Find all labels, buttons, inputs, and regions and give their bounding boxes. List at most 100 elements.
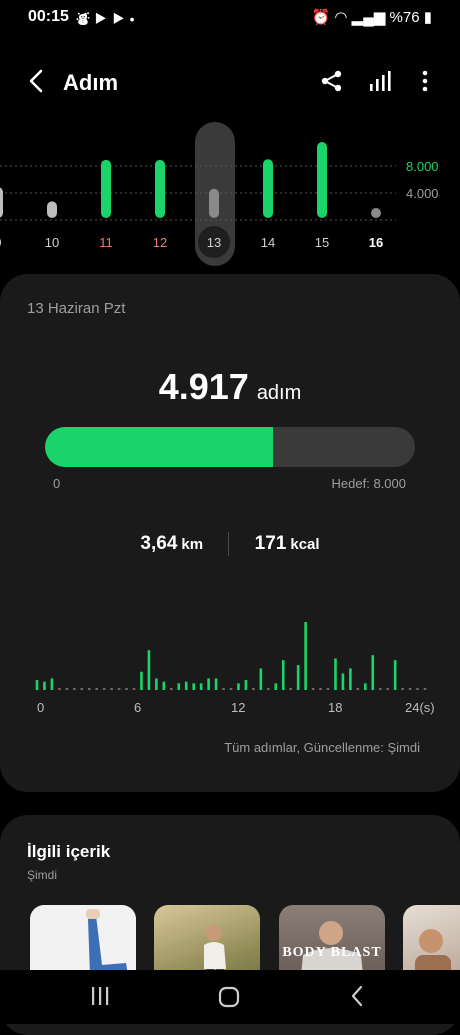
gridline-label-8000: 8.000 — [406, 159, 439, 174]
hourly-bar — [184, 681, 188, 690]
wifi-icon: ◠ — [334, 9, 348, 26]
hourly-bar — [423, 688, 427, 690]
notification-icons: ⛇ ▶ ▶ • — [76, 11, 135, 27]
calories-unit: kcal — [290, 536, 320, 554]
battery-icon: ▮ — [423, 9, 432, 26]
hourly-bar — [229, 688, 233, 690]
week-day-label-14[interactable]: 14 — [261, 235, 275, 250]
hourly-tick-label: 12 — [231, 700, 245, 715]
hourly-bar — [214, 678, 218, 690]
steps-value: 4.917 — [158, 366, 249, 407]
hourly-bar — [393, 660, 397, 690]
related-title: İlgili içerik — [27, 842, 111, 861]
hourly-bar — [237, 683, 240, 690]
hourly-bar — [289, 688, 292, 690]
hourly-bar — [80, 688, 84, 690]
more-vert-icon[interactable] — [412, 68, 438, 94]
goal-progress-bar — [45, 427, 415, 467]
body-blast-caption: BODY BLAST — [282, 945, 382, 960]
hourly-bar — [125, 688, 128, 690]
gridline-label-4000: 4.000 — [406, 186, 439, 201]
status-time: 00:15 — [28, 8, 69, 25]
hourly-bar — [177, 683, 181, 690]
week-day-label-12[interactable]: 12 — [153, 235, 167, 250]
steps-unit: adım — [256, 382, 302, 404]
steps-total: 4.917 adım — [0, 366, 460, 408]
status-right: ⏰ ◠ ▂▄▆ %76 ▮ — [312, 8, 432, 26]
hourly-bar — [117, 688, 121, 690]
week-day-label-9[interactable]: 9 — [0, 235, 2, 250]
hourly-bar — [319, 688, 322, 690]
hourly-bar — [356, 688, 360, 690]
hourly-bar — [43, 681, 46, 690]
hourly-bar — [334, 658, 337, 690]
bar-chart-icon[interactable] — [367, 68, 393, 94]
hourly-tick-label: 6 — [134, 700, 141, 715]
hourly-bar — [207, 678, 210, 690]
week-day-label-13[interactable]: 13 — [207, 235, 221, 250]
system-nav-bar — [0, 970, 460, 1024]
hourly-bar — [58, 688, 61, 690]
day-summary-card: 13 Haziran Pzt 4.917 adım 0 Hedef: 8.000 … — [0, 274, 460, 792]
week-bar-15[interactable] — [317, 142, 327, 218]
back-nav-icon[interactable] — [346, 984, 370, 1008]
hourly-bar — [378, 688, 382, 690]
hourly-bar — [311, 688, 315, 690]
hourly-bar — [192, 683, 195, 690]
status-bar: 00:15 ⛇ ▶ ▶ • ⏰ ◠ ▂▄▆ %76 ▮ — [0, 0, 460, 34]
hourly-bar — [296, 665, 300, 690]
hourly-bar — [170, 688, 173, 690]
hourly-bar — [65, 688, 69, 690]
week-bar-14[interactable] — [263, 159, 273, 218]
hourly-bar — [110, 688, 113, 690]
week-bar-13[interactable] — [209, 188, 219, 218]
hourly-bar — [222, 688, 225, 690]
home-icon[interactable] — [216, 984, 242, 1010]
hourly-tick-label: 0 — [37, 700, 44, 715]
hourly-bar — [87, 688, 91, 690]
week-day-label-11[interactable]: 11 — [99, 235, 113, 250]
share-icon[interactable] — [319, 68, 345, 94]
hourly-bar — [349, 668, 352, 690]
week-step-chart[interactable]: 8.000 4.000 9 10 11 12 13 14 15 16 — [0, 118, 460, 268]
week-day-label-16[interactable]: 16 — [369, 235, 383, 250]
metrics-divider — [228, 532, 230, 556]
hourly-bar — [386, 688, 389, 690]
hourly-bar — [95, 688, 98, 690]
hourly-bar — [341, 673, 345, 690]
hourly-bar — [140, 671, 143, 690]
back-chevron-icon[interactable] — [22, 66, 52, 96]
hourly-bar — [244, 680, 248, 690]
week-bar-16[interactable] — [371, 208, 381, 218]
goal-progress-fill — [45, 427, 273, 467]
recent-apps-icon[interactable] — [88, 984, 112, 1008]
hourly-bar — [401, 688, 404, 690]
hourly-bar — [267, 688, 270, 690]
hourly-bar — [408, 688, 412, 690]
distance-value: 3,64 — [140, 533, 178, 555]
hourly-bar — [281, 660, 285, 690]
hourly-bar — [304, 622, 307, 690]
hourly-bar — [274, 683, 278, 690]
hourly-bar — [35, 680, 39, 690]
hourly-bar — [73, 688, 76, 690]
week-day-label-15[interactable]: 15 — [315, 235, 329, 250]
week-bar-10[interactable] — [47, 201, 57, 218]
related-subtitle: Şimdi — [27, 868, 58, 882]
hourly-step-chart: 0 6 12 18 24(s) — [35, 622, 435, 715]
hourly-bar — [199, 683, 203, 690]
week-bar-9[interactable] — [0, 187, 3, 218]
week-day-label-10[interactable]: 10 — [45, 235, 59, 250]
distance-unit: km — [181, 536, 204, 554]
goal-label: Hedef: 8.000 — [331, 476, 406, 491]
hourly-bar — [50, 678, 54, 690]
week-bar-11[interactable] — [101, 159, 111, 218]
progress-min-label: 0 — [53, 476, 61, 491]
hourly-bar — [371, 655, 375, 690]
hourly-bar — [259, 668, 263, 690]
week-bar-12[interactable] — [155, 159, 165, 218]
hourly-bar — [132, 688, 136, 690]
metrics-row: 3,64 km 171 kcal — [0, 532, 460, 556]
hourly-bar — [162, 681, 166, 690]
hourly-bar — [326, 688, 330, 690]
